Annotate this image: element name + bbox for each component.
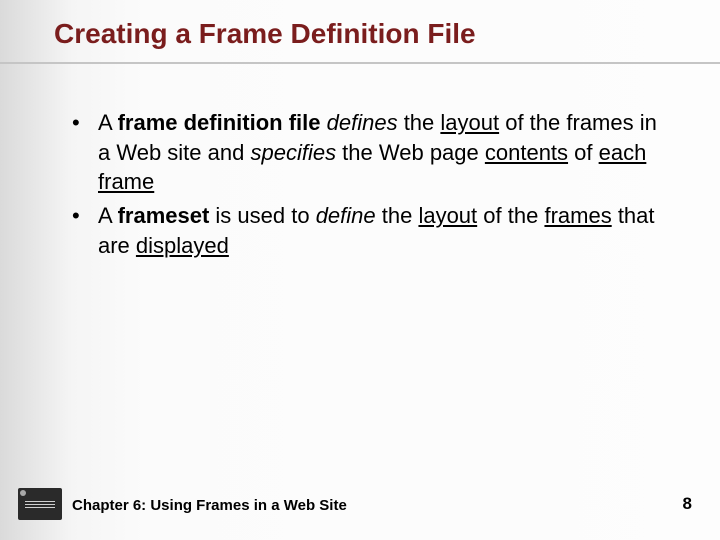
title-underline [0,62,720,64]
text-segment: frame [98,169,154,194]
chapter-label: Chapter 6: Using Frames in a Web Site [72,497,347,514]
text-segment: defines [327,110,398,135]
text-segment: frames [544,203,611,228]
bullet-item: A frame definition file defines the layo… [72,108,670,197]
text-segment: the [376,203,419,228]
text-segment: the [398,110,441,135]
text-segment: is used to [209,203,315,228]
text-segment: A [98,110,118,135]
slide: Creating a Frame Definition File A frame… [0,0,720,540]
text-segment: of [568,140,599,165]
text-segment: specifies [250,140,336,165]
footer: Chapter 6: Using Frames in a Web Site 8 [0,486,720,520]
publisher-logo [18,488,62,520]
text-segment: frame definition file [118,110,321,135]
text-segment: the Web page [336,140,485,165]
text-segment: layout [418,203,477,228]
slide-title: Creating a Frame Definition File [54,18,476,50]
bullet-item: A frameset is used to define the layout … [72,201,670,260]
text-segment: contents [485,140,568,165]
content-area: A frame definition file defines the layo… [72,108,670,264]
text-segment: displayed [136,233,229,258]
text-segment: A [98,203,118,228]
text-segment: define [316,203,376,228]
text-segment: each [599,140,647,165]
text-segment: of the [477,203,544,228]
text-segment: frameset [118,203,210,228]
page-number: 8 [683,494,692,514]
text-segment: layout [440,110,499,135]
